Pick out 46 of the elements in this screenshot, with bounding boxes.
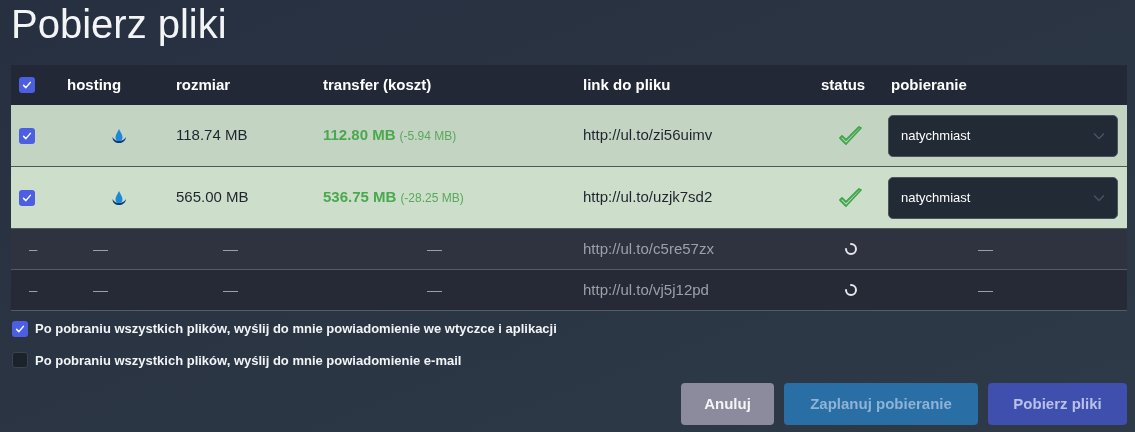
column-header: pobieranie [890, 74, 968, 95]
column-header: hosting [66, 74, 123, 95]
placeholder-dash: — [222, 238, 239, 259]
column-header: transfer (koszt) [323, 74, 433, 95]
placeholder-dash: — [426, 279, 443, 300]
checkbox[interactable] [12, 320, 28, 337]
column-header: link do pliku [583, 74, 672, 95]
table-row[interactable]: 118.74 MB 112.80 MB (-5.94 MB) http://ul.to/zi56uimv natychmiast [11, 105, 1127, 167]
placeholder-dash: – [28, 279, 39, 300]
checkbox[interactable] [19, 77, 35, 93]
mode-dropdown[interactable]: natychmiast [888, 114, 1118, 157]
checkbox[interactable] [19, 127, 35, 144]
file-link: http://ul.to/zi56uimv [583, 125, 714, 146]
transfer-saving: (-28.25 MB) [400, 190, 464, 208]
column-header: status [820, 74, 867, 95]
page-title: Pobierz pliki [11, 1, 228, 48]
placeholder-dash: — [92, 238, 109, 259]
placeholder-dash: — [426, 238, 443, 259]
chevron-down-icon [1093, 193, 1105, 202]
placeholder-dash: — [222, 279, 239, 300]
table-row[interactable]: 565.00 MB 536.75 MB (-28.25 MB) http://ul.to/uzjk7sd2 natychmiast [11, 167, 1127, 229]
file-size: 565.00 MB [176, 187, 250, 208]
chevron-down-icon [1093, 131, 1105, 140]
primary-button[interactable]: Pobierz pliki [988, 383, 1127, 425]
loading-spinner-icon [843, 283, 858, 297]
checkbox[interactable] [19, 189, 35, 206]
file-link: http://ul.to/uzjk7sd2 [583, 187, 714, 208]
checkbox[interactable] [12, 352, 28, 369]
transfer-saving: (-5.94 MB) [399, 128, 457, 146]
mode-dropdown[interactable]: natychmiast [888, 176, 1118, 219]
placeholder-dash: — [977, 279, 994, 300]
placeholder-dash: – [28, 238, 39, 259]
option-label: Po pobraniu wszystkich plików, wyślij do mnie powiadomienie e-mail [35, 351, 462, 370]
column-header: rozmiar [176, 74, 232, 95]
loading-spinner-icon [843, 242, 858, 256]
check-icon [837, 186, 864, 209]
file-size: 118.74 MB [176, 125, 249, 146]
hosting-logo-icon [110, 189, 127, 206]
check-icon [837, 124, 864, 147]
transfer-size: 112.80 MB [323, 125, 396, 146]
transfer-size: 536.75 MB [323, 187, 397, 208]
hosting-logo-icon [110, 127, 127, 144]
option-label: Po pobraniu wszystkich plików, wyślij do mnie powiadomienie we wtyczce i aplikacji [35, 320, 557, 338]
placeholder-dash: — [977, 238, 994, 259]
checkmark-icon [21, 79, 33, 91]
placeholder-dash: — [92, 279, 109, 300]
